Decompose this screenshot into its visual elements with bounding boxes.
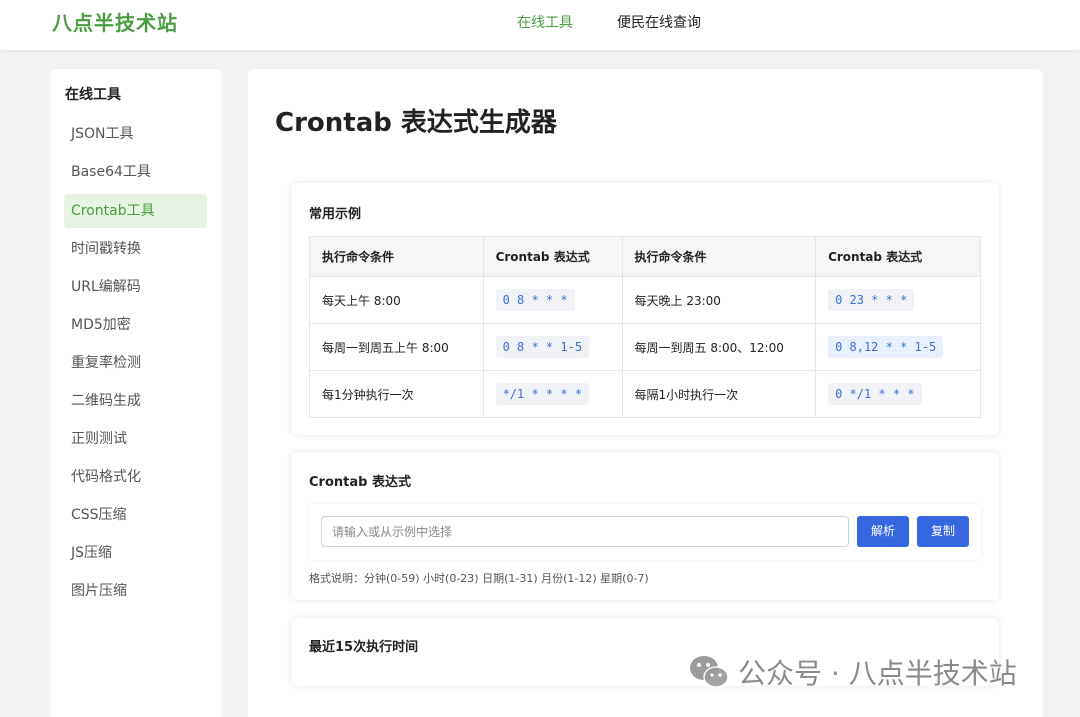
watermark: 公众号 · 八点半技术站 <box>688 652 1017 692</box>
sidebar-item-code-format[interactable]: 代码格式化 <box>64 460 207 494</box>
expression-cell: 0 23 * * * <box>815 276 981 324</box>
top-nav-bar: 八点半技术站 在线工具 便民在线查询 <box>0 0 1080 50</box>
condition-cell: 每周一到周五 8:00、12:00 <box>621 323 817 371</box>
nav-convenience-query[interactable]: 便民在线查询 <box>617 12 701 32</box>
sidebar-item-url-codec[interactable]: URL编解码 <box>64 270 207 304</box>
sidebar-item-md5[interactable]: MD5加密 <box>64 308 207 342</box>
parse-button[interactable]: 解析 <box>857 516 909 547</box>
example-expression[interactable]: 0 */1 * * * <box>828 383 922 405</box>
examples-table: 执行命令条件 Crontab 表达式 执行命令条件 Crontab 表达式 每天… <box>309 236 981 418</box>
example-expression[interactable]: 0 23 * * * <box>828 289 915 311</box>
table-row: 每天上午 8:00 0 8 * * * 每天晚上 23:00 0 23 * * … <box>309 276 981 324</box>
example-expression[interactable]: 0 8 * * 1-5 <box>495 336 590 358</box>
expression-title: Crontab 表达式 <box>309 475 411 490</box>
expression-cell: 0 */1 * * * <box>815 370 981 418</box>
wechat-icon <box>688 652 732 692</box>
examples-card: 常用示例 执行命令条件 Crontab 表达式 执行命令条件 Crontab 表… <box>291 183 999 435</box>
sidebar-item-regex[interactable]: 正则测试 <box>64 422 207 456</box>
sidebar: 在线工具 JSON工具 Base64工具 Crontab工具 时间戳转换 URL… <box>51 69 221 717</box>
sidebar-item-json[interactable]: JSON工具 <box>64 117 207 151</box>
sidebar-item-js-compress[interactable]: JS压缩 <box>64 536 207 570</box>
condition-cell: 每隔1小时执行一次 <box>621 370 817 418</box>
column-header-condition: 执行命令条件 <box>621 236 817 277</box>
column-header-expression: Crontab 表达式 <box>815 236 981 277</box>
table-header-row: 执行命令条件 Crontab 表达式 执行命令条件 Crontab 表达式 <box>309 236 981 277</box>
expression-card: Crontab 表达式 解析 复制 格式说明：分钟(0-59) 小时(0-23)… <box>291 452 999 600</box>
example-expression[interactable]: */1 * * * * <box>495 383 590 405</box>
site-logo[interactable]: 八点半技术站 <box>52 7 178 36</box>
sidebar-item-css-compress[interactable]: CSS压缩 <box>64 498 207 532</box>
table-row: 每周一到周五上午 8:00 0 8 * * 1-5 每周一到周五 8:00、12… <box>309 323 981 371</box>
nav-online-tools[interactable]: 在线工具 <box>517 12 573 32</box>
table-row: 每1分钟执行一次 */1 * * * * 每隔1小时执行一次 0 */1 * *… <box>309 370 981 418</box>
sidebar-item-base64[interactable]: Base64工具 <box>64 155 207 189</box>
watermark-text: 公众号 · 八点半技术站 <box>738 657 1017 690</box>
expression-cell: */1 * * * * <box>482 370 623 418</box>
example-expression[interactable]: 0 8 * * * <box>495 289 575 311</box>
expression-cell: 0 8 * * 1-5 <box>482 323 623 371</box>
main-panel: Crontab 表达式生成器 常用示例 执行命令条件 Crontab 表达式 执… <box>248 69 1043 717</box>
condition-cell: 每天晚上 23:00 <box>621 276 817 324</box>
expression-cell: 0 8 * * * <box>482 276 623 324</box>
sidebar-item-image-compress[interactable]: 图片压缩 <box>64 574 207 608</box>
sidebar-item-duplicate-check[interactable]: 重复率检测 <box>64 346 207 380</box>
example-expression[interactable]: 0 8,12 * * 1-5 <box>828 336 944 358</box>
column-header-condition: 执行命令条件 <box>309 236 484 277</box>
condition-cell: 每周一到周五上午 8:00 <box>309 323 484 371</box>
examples-title: 常用示例 <box>309 207 362 222</box>
sidebar-item-qrcode[interactable]: 二维码生成 <box>64 384 207 418</box>
sidebar-item-crontab[interactable]: Crontab工具 <box>64 194 207 228</box>
condition-cell: 每天上午 8:00 <box>309 276 484 324</box>
column-header-expression: Crontab 表达式 <box>482 236 623 277</box>
condition-cell: 每1分钟执行一次 <box>309 370 484 418</box>
sidebar-title: 在线工具 <box>65 87 121 103</box>
recent-executions-title: 最近15次执行时间 <box>309 640 419 655</box>
format-hint: 格式说明：分钟(0-59) 小时(0-23) 日期(1-31) 月份(1-12)… <box>309 572 649 585</box>
expression-input-group: 解析 复制 <box>309 504 981 560</box>
expression-cell: 0 8,12 * * 1-5 <box>815 323 981 371</box>
sidebar-item-timestamp[interactable]: 时间戳转换 <box>64 232 207 266</box>
crontab-expression-input[interactable] <box>321 516 849 547</box>
page-title: Crontab 表达式生成器 <box>275 108 557 138</box>
copy-button[interactable]: 复制 <box>917 516 969 547</box>
